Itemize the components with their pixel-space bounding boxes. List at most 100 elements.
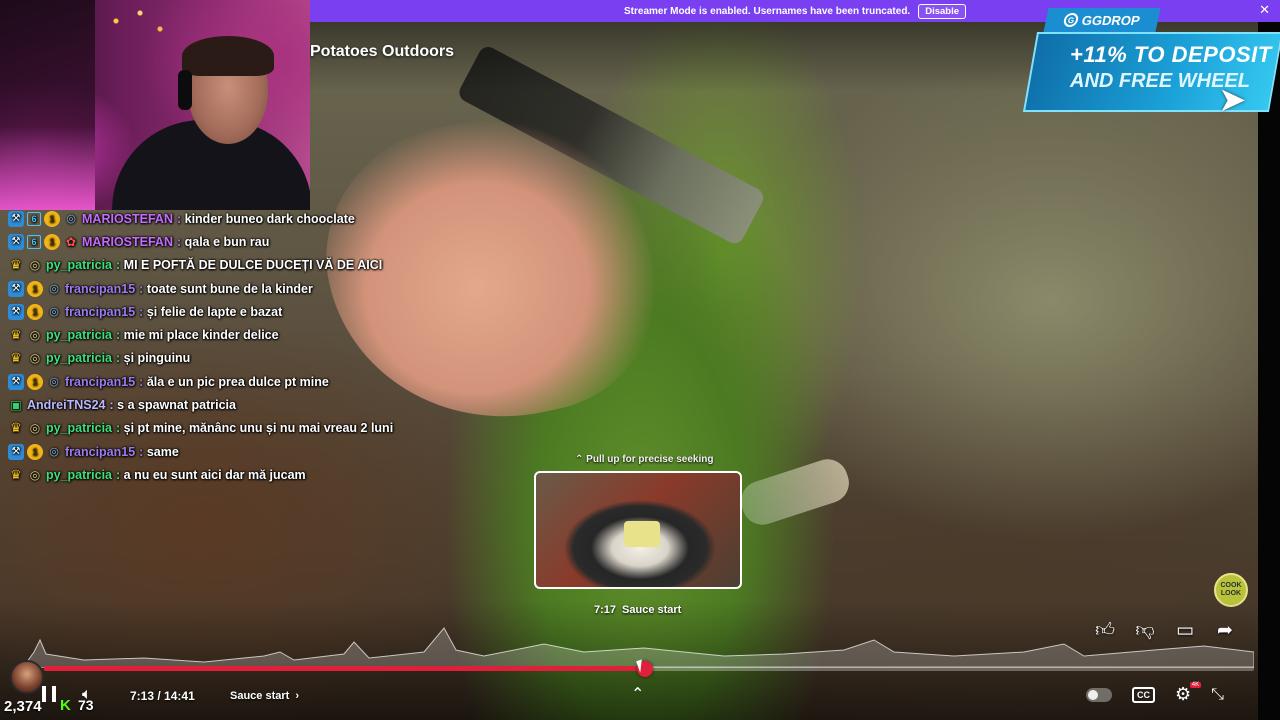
coin-badge-icon: 1 — [27, 303, 43, 320]
ring-badge-icon: ◎ — [29, 258, 41, 273]
current-time: 7:13 — [130, 689, 155, 703]
chat-message: ⚒ 1 ◎ francipan15: ăla e un pic prea dulce … — [8, 370, 528, 393]
chat-username[interactable]: MARIOSTEFAN — [82, 235, 173, 249]
disable-button[interactable]: Disable — [918, 3, 966, 19]
chat-text: s a spawnat patricia — [117, 398, 236, 413]
seek-hint: ⌃ Pull up for precise seeking — [575, 454, 714, 465]
chat-username[interactable]: py_patricia — [46, 258, 112, 272]
coin-badge-icon: 1 — [44, 210, 60, 227]
moderator-badge-icon: ⚒ — [8, 210, 24, 227]
preview-chapter: Sauce start — [622, 604, 682, 616]
chat-separator: : — [116, 328, 124, 343]
chat-username[interactable]: py_patricia — [46, 421, 112, 435]
coin-badge-icon: 1 — [44, 233, 60, 250]
chat-separator: : — [116, 467, 124, 482]
chat-username[interactable]: py_patricia — [46, 351, 112, 365]
chat-username[interactable]: francipan15 — [65, 305, 135, 319]
chat-message: ♛ ◎ py_patricia: și pinguinu — [8, 347, 528, 370]
chat-message: ♛ ◎ py_patricia: mie mi place kinder delic… — [8, 323, 528, 346]
coin-badge-icon: 1 — [27, 443, 43, 460]
pause-icon[interactable] — [42, 686, 56, 702]
seek-hint-text: Pull up for precise seeking — [586, 454, 714, 465]
webcam-overlay — [0, 0, 310, 210]
chat-separator: : — [116, 258, 124, 273]
crown-badge-icon: ♛ — [10, 327, 22, 343]
moderator-badge-icon: ⚒ — [8, 303, 24, 320]
chat-text: ăla e un pic prea dulce pt mine — [146, 374, 329, 389]
autoplay-toggle[interactable] — [1086, 687, 1112, 702]
right-controls: CC ⚙ 4K ⤡ — [1086, 682, 1224, 705]
banner-text: Streamer Mode is enabled. Usernames have… — [623, 5, 911, 17]
moderator-badge-icon: ⚒ — [8, 373, 24, 390]
video-title[interactable]: Potatoes Outdoors — [310, 43, 454, 61]
ad-headline: +11% TO DEPOSIT — [1070, 42, 1272, 67]
chat-username[interactable]: AndreiTNS24 — [27, 398, 106, 412]
headphone-icon — [178, 70, 192, 110]
ggdrop-logo-icon: G — [1062, 13, 1080, 27]
moderator-badge-icon: ⚒ — [8, 233, 24, 250]
avatar — [10, 660, 44, 694]
chat-message: ⚒ 6 1 ◎ MARIOSTEFAN: kinder buneo dark chooc… — [8, 207, 528, 230]
chat-message: ♛ ◎ py_patricia: și pt mine, mănânc unu și… — [8, 417, 528, 440]
captions-button[interactable]: CC — [1132, 686, 1155, 703]
chapter-label: Sauce start — [230, 690, 290, 702]
chat-separator: : — [109, 398, 118, 413]
chat-text: qala e bun rau — [184, 234, 270, 249]
crown-badge-icon: ♛ — [10, 420, 22, 436]
kick-icon: K — [60, 697, 71, 714]
chat-text: MI E POFTĂ DE DULCE DUCEȚI VĂ DE AICI — [123, 258, 383, 273]
chat-message: ⚒ 1 ◎ francipan15: toate sunt bune de la ki… — [8, 277, 528, 300]
chat-message: ♛ ◎ py_patricia: a nu eu sunt aici dar mă … — [8, 463, 528, 486]
chat-username[interactable]: MARIOSTEFAN — [82, 212, 173, 226]
chat-message: ♛ ◎ py_patricia: MI E POFTĂ DE DULCE DUCEȚ… — [8, 254, 528, 277]
chat-username[interactable]: francipan15 — [65, 375, 135, 389]
chat-message: ⚒ 1 ◎ francipan15: same — [8, 440, 528, 463]
chat-text: și pt mine, mănânc unu și nu mai vreau 2… — [123, 421, 394, 436]
progress-played — [44, 666, 646, 671]
coin-badge-icon: 1 — [27, 373, 43, 390]
crown-badge-icon: ♛ — [10, 257, 22, 273]
preview-food-shape — [624, 521, 660, 547]
chat-separator: : — [116, 351, 124, 366]
ad-brand: GGDROP — [1080, 12, 1142, 28]
chat-username[interactable]: py_patricia — [46, 468, 112, 482]
chat-text: și felie de lapte e bazat — [146, 304, 283, 319]
chat-text: și pinguinu — [123, 351, 191, 366]
shelf-shape — [0, 0, 95, 210]
chevron-right-icon: › — [295, 690, 299, 702]
ring-badge-icon: ◎ — [29, 467, 41, 482]
chat-text: a nu eu sunt aici dar mă jucam — [123, 467, 306, 482]
chevron-up-icon[interactable]: ⌃ — [631, 684, 644, 704]
fullscreen-icon[interactable]: ⤡ — [1211, 686, 1224, 704]
chapter-button[interactable]: Sauce start › — [230, 690, 299, 702]
settings-gear-icon[interactable]: ⚙ 4K — [1175, 682, 1202, 705]
chat-separator: : — [116, 421, 124, 436]
kick-count: 73 — [78, 697, 94, 713]
camera-badge-icon: ◎ — [49, 446, 59, 459]
crown-badge-icon: ♛ — [10, 350, 22, 366]
gift-badge-icon: ✿ — [65, 234, 77, 249]
camera-badge-icon: ◎ — [49, 376, 59, 389]
ad-logo: G GGDROP — [1043, 8, 1161, 32]
quality-badge: 4K — [1189, 682, 1202, 688]
crown-badge-icon: ♛ — [10, 466, 22, 482]
ring-badge-icon: ◎ — [29, 328, 41, 343]
seek-preview-thumbnail — [534, 471, 742, 589]
chat-username[interactable]: py_patricia — [46, 328, 112, 342]
verified-badge-icon: ▣ — [10, 398, 22, 413]
chat-text: same — [146, 444, 179, 459]
ggdrop-ad[interactable]: G GGDROP +11% TO DEPOSIT AND FREE WHEEL ➤ — [1022, 8, 1280, 120]
playback-time: 7:13 / 14:41 — [130, 689, 195, 703]
chat-username[interactable]: francipan15 — [65, 282, 135, 296]
chat-message: ▣ AndreiTNS24: s a spawnat patricia — [8, 393, 528, 416]
coin-badge-icon: 1 — [27, 280, 43, 297]
cursor-icon: ➤ — [1218, 81, 1247, 119]
subscriber-badge-icon: 6 — [27, 211, 41, 226]
subscriber-badge-icon: 6 — [27, 234, 41, 249]
chat-username[interactable]: francipan15 — [65, 445, 135, 459]
moderator-badge-icon: ⚒ — [8, 443, 24, 460]
viewer-count: 2,374 — [4, 698, 42, 715]
duration: 14:41 — [164, 689, 195, 703]
chat-text: kinder buneo dark chooclate — [184, 211, 355, 226]
chat-separator: : — [139, 281, 147, 296]
